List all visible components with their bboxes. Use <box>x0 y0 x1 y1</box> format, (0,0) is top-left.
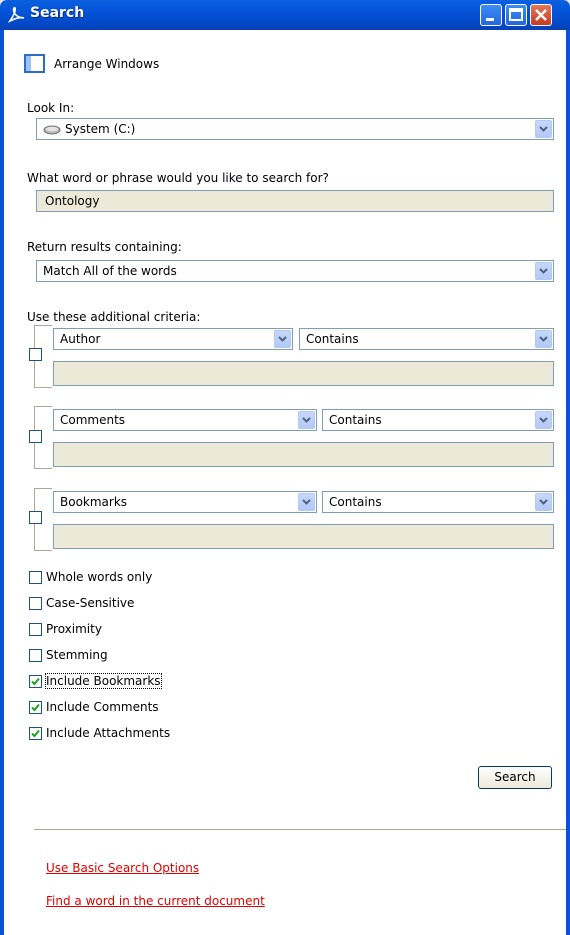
title-bar[interactable]: Search <box>0 0 570 30</box>
criteria-field-dropdown-button[interactable] <box>298 493 315 511</box>
option-checkbox[interactable] <box>29 701 42 714</box>
criteria-field-dropdown-bookmarks[interactable]: Bookmarks <box>53 491 317 513</box>
criteria-operator-dropdown-bookmarks[interactable]: Contains <box>322 491 554 513</box>
criteria-operator-dropdown-author[interactable]: Contains <box>299 328 554 350</box>
criteria-field-value: Author <box>60 332 101 346</box>
basic-search-link[interactable]: Use Basic Search Options <box>46 861 199 875</box>
criteria-operator-dropdown-button[interactable] <box>535 493 552 511</box>
criteria-field-dropdown-author[interactable]: Author <box>53 328 293 350</box>
option-checkbox[interactable] <box>29 727 42 740</box>
criteria-operator-value: Contains <box>306 332 359 346</box>
chevron-down-icon <box>539 268 548 274</box>
option-label: Proximity <box>46 622 102 636</box>
search-button[interactable]: Search <box>478 766 552 789</box>
option-label: Stemming <box>46 648 108 662</box>
return-results-dropdown-button[interactable] <box>535 262 552 280</box>
option-checkbox[interactable] <box>29 675 42 688</box>
criteria-checkbox-comments[interactable] <box>29 430 42 443</box>
return-results-value: Match All of the words <box>43 264 177 278</box>
option-label: Include Attachments <box>46 726 171 740</box>
checkmark-icon <box>31 677 40 686</box>
maximize-button[interactable] <box>505 4 527 26</box>
option-label: Case-Sensitive <box>46 596 135 610</box>
criteria-operator-value: Contains <box>329 495 382 509</box>
option-label: Whole words only <box>46 570 153 584</box>
arrange-windows-label[interactable]: Arrange Windows <box>54 57 159 71</box>
criteria-field-value: Bookmarks <box>60 495 128 509</box>
window-title: Search <box>30 5 85 21</box>
criteria-value-field-bookmarks[interactable] <box>53 524 554 549</box>
minimize-button[interactable] <box>480 4 502 26</box>
arrange-windows-icon <box>24 54 45 73</box>
arrange-windows-button[interactable] <box>24 54 46 74</box>
window-frame-right <box>566 30 570 935</box>
search-phrase-field[interactable]: Ontology <box>36 190 554 212</box>
criteria-field-dropdown-button[interactable] <box>298 411 315 429</box>
minimize-icon <box>486 18 494 21</box>
option-checkbox[interactable] <box>29 597 42 610</box>
criteria-field-dropdown-button[interactable] <box>274 330 291 348</box>
option-checkbox[interactable] <box>29 571 42 584</box>
criteria-checkbox-author[interactable] <box>29 348 42 361</box>
find-word-link[interactable]: Find a word in the current document <box>46 894 265 908</box>
criteria-label: Use these additional criteria: <box>27 310 201 324</box>
criteria-value-field-author[interactable] <box>53 361 554 386</box>
separator <box>34 829 566 830</box>
return-results-label: Return results containing: <box>27 240 182 254</box>
chevron-down-icon <box>302 417 311 423</box>
criteria-field-value: Comments <box>60 413 126 427</box>
checkmark-icon <box>31 729 40 738</box>
close-icon <box>535 9 547 21</box>
criteria-operator-dropdown-button[interactable] <box>535 330 552 348</box>
criteria-operator-value: Contains <box>329 413 382 427</box>
option-checkbox[interactable] <box>29 623 42 636</box>
criteria-operator-dropdown-button[interactable] <box>535 411 552 429</box>
option-label: Include Comments <box>46 700 159 714</box>
chevron-down-icon <box>302 499 311 505</box>
chevron-down-icon <box>539 126 548 132</box>
option-checkbox[interactable] <box>29 649 42 662</box>
look-in-value: System (C:) <box>65 122 136 136</box>
look-in-label: Look In: <box>27 101 75 115</box>
search-phrase-value: Ontology <box>45 194 100 208</box>
search-window: Search Arrange Windows Look In: System (… <box>0 0 570 935</box>
look-in-dropdown-button[interactable] <box>535 120 552 138</box>
search-panel: Arrange Windows Look In: System (C:) Wha… <box>4 30 566 935</box>
chevron-down-icon <box>539 336 548 342</box>
criteria-operator-dropdown-comments[interactable]: Contains <box>322 409 554 431</box>
look-in-dropdown[interactable]: System (C:) <box>36 118 554 140</box>
chevron-down-icon <box>539 417 548 423</box>
criteria-value-field-comments[interactable] <box>53 442 554 467</box>
checkmark-icon <box>31 703 40 712</box>
chevron-down-icon <box>539 499 548 505</box>
acrobat-icon <box>8 6 25 23</box>
criteria-field-dropdown-comments[interactable]: Comments <box>53 409 317 431</box>
close-button[interactable] <box>530 4 552 26</box>
criteria-checkbox-bookmarks[interactable] <box>29 511 42 524</box>
search-phrase-label: What word or phrase would you like to se… <box>27 171 329 185</box>
maximize-icon <box>509 8 523 21</box>
chevron-down-icon <box>278 336 287 342</box>
return-results-dropdown[interactable]: Match All of the words <box>36 260 554 282</box>
drive-icon <box>43 125 61 135</box>
option-label: Include Bookmarks <box>45 673 162 689</box>
